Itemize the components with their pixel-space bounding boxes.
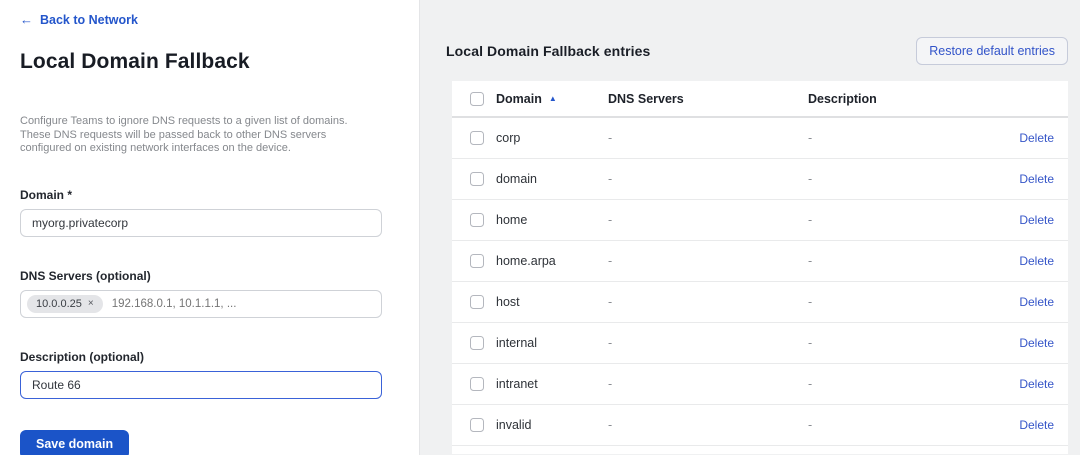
row-dns: - (608, 295, 808, 309)
description-input[interactable] (20, 371, 382, 399)
row-checkbox[interactable] (470, 172, 484, 186)
row-description: - (808, 418, 984, 432)
dns-server-tag: 10.0.0.25 × (27, 295, 103, 313)
table-row: home.arpa - - Delete (452, 241, 1068, 282)
row-dns: - (608, 377, 808, 391)
delete-link[interactable]: Delete (984, 377, 1054, 391)
row-checkbox[interactable] (470, 254, 484, 268)
row-description: - (808, 213, 984, 227)
entries-title: Local Domain Fallback entries (446, 43, 650, 59)
column-header-dns-servers: DNS Servers (608, 92, 808, 106)
delete-link[interactable]: Delete (984, 131, 1054, 145)
description-field-label: Description (optional) (20, 350, 381, 364)
row-checkbox[interactable] (470, 418, 484, 432)
row-checkbox[interactable] (470, 377, 484, 391)
delete-link[interactable]: Delete (984, 418, 1054, 432)
row-dns: - (608, 131, 808, 145)
dns-servers-input[interactable]: 10.0.0.25 × (20, 290, 382, 318)
back-to-network-link[interactable]: ← Back to Network (20, 12, 138, 27)
table-row: corp - - Delete (452, 118, 1068, 159)
dns-servers-text-input[interactable] (112, 298, 375, 310)
dns-tag-value: 10.0.0.25 (36, 298, 82, 310)
sort-ascending-icon: ▲ (549, 94, 557, 103)
table-row: invalid - - Delete (452, 405, 1068, 446)
row-domain: invalid (496, 418, 608, 432)
row-checkbox[interactable] (470, 295, 484, 309)
select-all-checkbox[interactable] (470, 92, 484, 106)
settings-panel: ← Back to Network Local Domain Fallback … (0, 0, 420, 455)
page-title: Local Domain Fallback (20, 50, 381, 74)
delete-link[interactable]: Delete (984, 254, 1054, 268)
remove-tag-icon[interactable]: × (88, 299, 94, 309)
row-description: - (808, 336, 984, 350)
entries-header: Local Domain Fallback entries Restore de… (446, 37, 1068, 65)
row-checkbox[interactable] (470, 213, 484, 227)
row-dns: - (608, 213, 808, 227)
delete-link[interactable]: Delete (984, 172, 1054, 186)
restore-default-entries-button[interactable]: Restore default entries (916, 37, 1068, 65)
table-body: corp - - Delete domain - - Delete home -… (452, 118, 1068, 446)
back-arrow-icon: ← (20, 12, 33, 27)
row-checkbox[interactable] (470, 131, 484, 145)
row-domain: home (496, 213, 608, 227)
row-domain: host (496, 295, 608, 309)
row-domain: corp (496, 131, 608, 145)
back-link-label: Back to Network (40, 13, 138, 27)
row-dns: - (608, 254, 808, 268)
domain-input[interactable] (20, 209, 382, 237)
table-row: home - - Delete (452, 200, 1068, 241)
row-description: - (808, 131, 984, 145)
column-header-description: Description (808, 92, 984, 106)
domain-field-label: Domain * (20, 188, 381, 202)
row-description: - (808, 377, 984, 391)
row-dns: - (608, 418, 808, 432)
table-header-row: Domain ▲ DNS Servers Description (452, 81, 1068, 118)
delete-link[interactable]: Delete (984, 336, 1054, 350)
entries-table: Domain ▲ DNS Servers Description corp - … (452, 81, 1068, 454)
row-checkbox[interactable] (470, 336, 484, 350)
table-row: intranet - - Delete (452, 364, 1068, 405)
page-description: Configure Teams to ignore DNS requests t… (20, 115, 372, 156)
entries-panel: Local Domain Fallback entries Restore de… (420, 0, 1080, 455)
save-domain-button[interactable]: Save domain (20, 430, 129, 455)
table-row: domain - - Delete (452, 159, 1068, 200)
column-header-domain[interactable]: Domain ▲ (496, 92, 608, 106)
delete-link[interactable]: Delete (984, 213, 1054, 227)
row-description: - (808, 254, 984, 268)
table-row: host - - Delete (452, 282, 1068, 323)
row-domain: home.arpa (496, 254, 608, 268)
table-row: internal - - Delete (452, 323, 1068, 364)
dns-servers-field-label: DNS Servers (optional) (20, 269, 381, 283)
domain-column-label: Domain (496, 92, 542, 106)
row-dns: - (608, 336, 808, 350)
delete-link[interactable]: Delete (984, 295, 1054, 309)
row-description: - (808, 172, 984, 186)
row-domain: domain (496, 172, 608, 186)
row-domain: internal (496, 336, 608, 350)
row-description: - (808, 295, 984, 309)
row-domain: intranet (496, 377, 608, 391)
row-dns: - (608, 172, 808, 186)
